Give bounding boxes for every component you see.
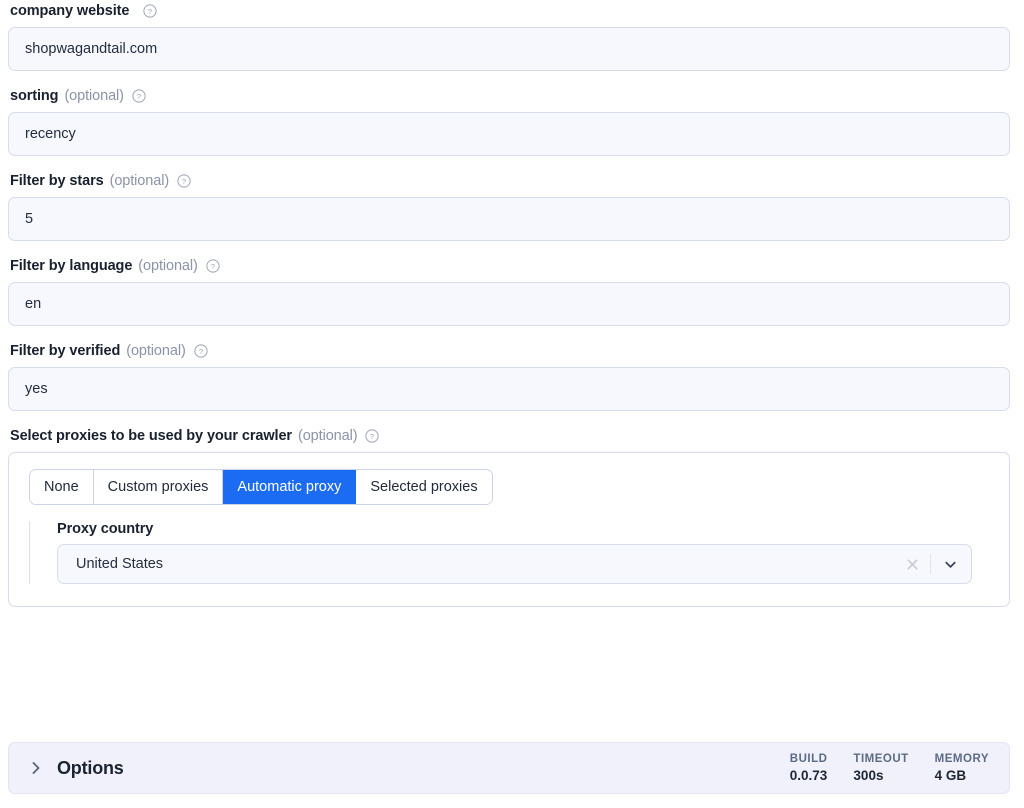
field-filter-by-language: Filter by language (optional) ? en bbox=[8, 255, 1016, 326]
field-label-row: sorting (optional) ? bbox=[8, 85, 1016, 107]
proxy-label-row: Select proxies to be used by your crawle… bbox=[8, 425, 1016, 447]
input-value: 5 bbox=[25, 211, 34, 227]
field-filter-by-verified: Filter by verified (optional) ? yes bbox=[8, 340, 1016, 411]
stat-build: BUILD 0.0.73 bbox=[790, 752, 828, 784]
field-filter-by-stars: Filter by stars (optional) ? 5 bbox=[8, 170, 1016, 241]
help-circle-icon[interactable]: ? bbox=[194, 344, 208, 358]
field-label-row: Filter by verified (optional) ? bbox=[8, 340, 1016, 362]
company-website-input[interactable]: shopwagandtail.com bbox=[8, 27, 1010, 71]
section-proxies: Select proxies to be used by your crawle… bbox=[8, 425, 1016, 607]
tab-label: Automatic proxy bbox=[237, 479, 342, 495]
tab-label: Custom proxies bbox=[107, 479, 209, 495]
proxy-panel: None Custom proxies Automatic proxy Sele… bbox=[8, 452, 1010, 607]
stat-value: 0.0.73 bbox=[789, 768, 828, 783]
field-label-row: Filter by language (optional) ? bbox=[8, 255, 1016, 277]
field-sorting: sorting (optional) ? recency bbox=[8, 85, 1016, 156]
proxy-optional-tag: (optional) bbox=[297, 428, 358, 444]
sorting-input[interactable]: recency bbox=[8, 112, 1010, 156]
svg-text:?: ? bbox=[137, 92, 141, 101]
stat-timeout: TIMEOUT 300s bbox=[853, 752, 908, 784]
input-value: yes bbox=[25, 381, 48, 397]
field-optional-tag: (optional) bbox=[138, 258, 198, 274]
stat-value: 300s bbox=[853, 768, 884, 783]
field-label: company website bbox=[10, 3, 130, 19]
field-optional-tag: (optional) bbox=[64, 88, 124, 104]
select-divider bbox=[930, 554, 931, 574]
filter-by-stars-input[interactable]: 5 bbox=[8, 197, 1010, 241]
proxy-country-value: United States bbox=[76, 556, 164, 572]
help-circle-icon[interactable]: ? bbox=[365, 429, 380, 443]
tab-label: None bbox=[44, 479, 79, 495]
proxy-mode-tabs: None Custom proxies Automatic proxy Sele… bbox=[29, 469, 493, 505]
filter-by-language-input[interactable]: en bbox=[8, 282, 1010, 326]
stat-key: TIMEOUT bbox=[853, 753, 909, 765]
close-icon[interactable] bbox=[900, 552, 924, 576]
tab-custom-proxies[interactable]: Custom proxies bbox=[93, 470, 224, 504]
field-label: Filter by language bbox=[10, 258, 133, 274]
chevron-down-icon[interactable] bbox=[937, 552, 963, 576]
tab-none[interactable]: None bbox=[30, 470, 94, 504]
field-company-website: company website ? shopwagandtail.com bbox=[8, 0, 1016, 71]
svg-text:?: ? bbox=[199, 347, 203, 356]
input-value: en bbox=[25, 296, 42, 312]
svg-text:?: ? bbox=[211, 262, 215, 271]
help-circle-icon[interactable]: ? bbox=[143, 4, 157, 18]
field-label: Filter by stars bbox=[10, 173, 104, 189]
svg-text:?: ? bbox=[182, 177, 186, 186]
svg-text:?: ? bbox=[148, 7, 152, 16]
field-label: sorting bbox=[10, 88, 59, 104]
field-label-row: company website ? bbox=[8, 0, 1016, 22]
field-optional-tag: (optional) bbox=[126, 343, 186, 359]
crawler-config-form: company website ? shopwagandtail.com sor… bbox=[0, 0, 1024, 808]
help-circle-icon[interactable]: ? bbox=[132, 89, 146, 103]
field-optional-tag: (optional) bbox=[109, 173, 170, 189]
run-stats: BUILD 0.0.73 TIMEOUT 300s MEMORY 4 GB bbox=[790, 752, 989, 784]
field-label-row: Filter by stars (optional) ? bbox=[8, 170, 1016, 192]
options-title: Options bbox=[57, 757, 124, 778]
tab-automatic-proxy[interactable]: Automatic proxy bbox=[223, 470, 357, 504]
chevron-right-icon[interactable] bbox=[27, 759, 45, 777]
svg-text:?: ? bbox=[370, 432, 374, 441]
stat-memory: MEMORY 4 GB bbox=[935, 752, 989, 784]
input-value: shopwagandtail.com bbox=[25, 41, 158, 57]
field-label: Filter by verified bbox=[10, 343, 121, 359]
stat-key: BUILD bbox=[789, 753, 828, 765]
tab-selected-proxies[interactable]: Selected proxies bbox=[356, 470, 492, 504]
help-circle-icon[interactable]: ? bbox=[177, 174, 191, 188]
options-bar[interactable]: Options BUILD 0.0.73 TIMEOUT 300s MEMORY… bbox=[8, 742, 1010, 794]
proxy-country-label: Proxy country bbox=[57, 521, 154, 537]
input-value: recency bbox=[25, 126, 76, 142]
stat-key: MEMORY bbox=[934, 753, 989, 765]
tab-label: Selected proxies bbox=[370, 479, 478, 495]
proxy-label: Select proxies to be used by your crawle… bbox=[10, 428, 292, 444]
proxy-country-select[interactable]: United States bbox=[57, 544, 972, 584]
proxy-country-block: Proxy country United States bbox=[29, 521, 989, 584]
help-circle-icon[interactable]: ? bbox=[206, 259, 220, 273]
stat-value: 4 GB bbox=[934, 768, 967, 783]
filter-by-verified-input[interactable]: yes bbox=[8, 367, 1010, 411]
